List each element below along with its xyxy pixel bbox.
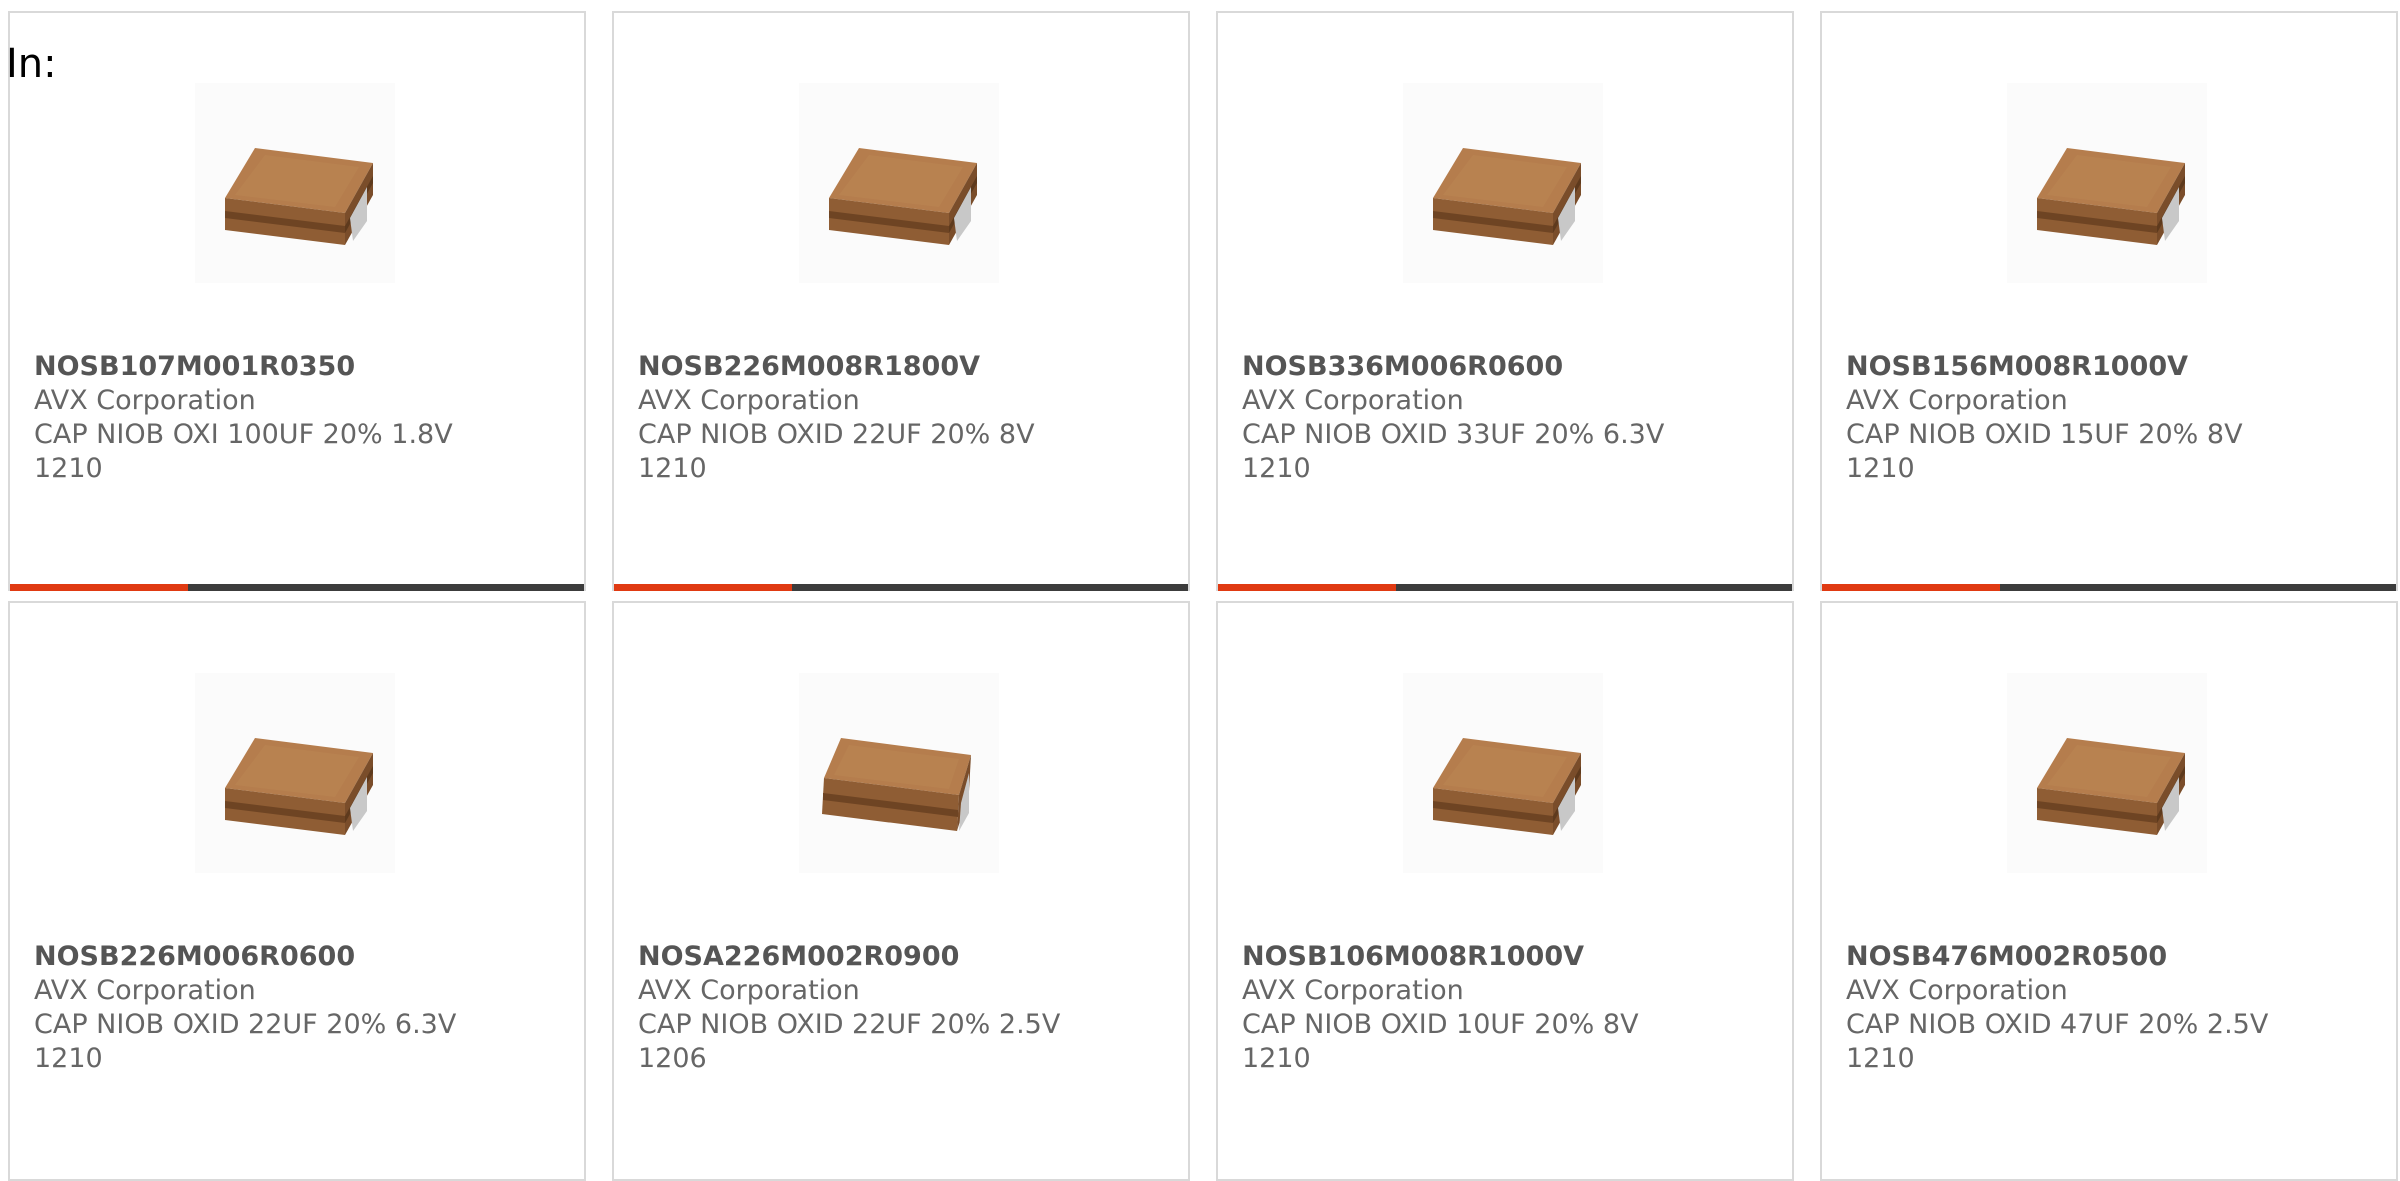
part-number[interactable]: NOSB107M001R0350 — [34, 350, 564, 384]
product-card[interactable]: NOSB226M006R0600 AVX Corporation CAP NIO… — [8, 601, 586, 1181]
description: CAP NIOB OXID 22UF 20% 6.3V — [34, 1009, 457, 1040]
package-size: 1210 — [1846, 1043, 1915, 1074]
capacitor-chip-image — [195, 673, 395, 873]
description: CAP NIOB OXID 22UF 20% 8V — [638, 419, 1035, 450]
product-card[interactable]: NOSB106M008R1000V AVX Corporation CAP NI… — [1216, 601, 1794, 1181]
product-card[interactable]: NOSB226M008R1800V AVX Corporation CAP NI… — [612, 11, 1190, 591]
progress-bar — [1822, 584, 2396, 591]
part-number[interactable]: NOSB336M006R0600 — [1242, 350, 1772, 384]
progress-bar-fill — [614, 584, 792, 591]
description: CAP NIOB OXID 47UF 20% 2.5V — [1846, 1009, 2269, 1040]
manufacturer: AVX Corporation — [1242, 385, 1464, 416]
product-card[interactable]: NOSB107M001R0350 AVX Corporation CAP NIO… — [8, 11, 586, 591]
capacitor-chip-image — [2007, 83, 2207, 283]
part-number[interactable]: NOSA226M002R0900 — [638, 940, 1168, 974]
product-card[interactable]: NOSB476M002R0500 AVX Corporation CAP NIO… — [1820, 601, 2398, 1181]
manufacturer: AVX Corporation — [34, 975, 256, 1006]
package-size: 1206 — [638, 1043, 707, 1074]
progress-bar — [1218, 584, 1792, 591]
progress-bar — [10, 584, 584, 591]
package-size: 1210 — [638, 453, 707, 484]
progress-bar-fill — [1218, 584, 1396, 591]
description: CAP NIOB OXID 15UF 20% 8V — [1846, 419, 2243, 450]
manufacturer: AVX Corporation — [1846, 975, 2068, 1006]
capacitor-chip-image — [1403, 673, 1603, 873]
description: CAP NIOB OXID 22UF 20% 2.5V — [638, 1009, 1061, 1040]
progress-bar — [614, 584, 1188, 591]
capacitor-chip-image — [1403, 83, 1603, 283]
package-size: 1210 — [1242, 1043, 1311, 1074]
package-size: 1210 — [1242, 453, 1311, 484]
description: CAP NIOB OXID 10UF 20% 8V — [1242, 1009, 1639, 1040]
description: CAP NIOB OXI 100UF 20% 1.8V — [34, 419, 453, 450]
manufacturer: AVX Corporation — [1846, 385, 2068, 416]
description: CAP NIOB OXID 33UF 20% 6.3V — [1242, 419, 1665, 450]
part-number[interactable]: NOSB226M008R1800V — [638, 350, 1168, 384]
manufacturer: AVX Corporation — [638, 975, 860, 1006]
product-grid: NOSB107M001R0350 AVX Corporation CAP NIO… — [8, 11, 2398, 1181]
product-card[interactable]: NOSB336M006R0600 AVX Corporation CAP NIO… — [1216, 11, 1794, 591]
part-number[interactable]: NOSB156M008R1000V — [1846, 350, 2376, 384]
product-card[interactable]: NOSB156M008R1000V AVX Corporation CAP NI… — [1820, 11, 2398, 591]
package-size: 1210 — [34, 453, 103, 484]
manufacturer: AVX Corporation — [1242, 975, 1464, 1006]
part-number[interactable]: NOSB476M002R0500 — [1846, 940, 2376, 974]
progress-bar-fill — [1822, 584, 2000, 591]
capacitor-chip-image — [195, 83, 395, 283]
package-size: 1210 — [1846, 453, 1915, 484]
manufacturer: AVX Corporation — [34, 385, 256, 416]
progress-bar-fill — [10, 584, 188, 591]
capacitor-chip-image — [2007, 673, 2207, 873]
capacitor-chip-image — [799, 673, 999, 873]
product-card[interactable]: NOSA226M002R0900 AVX Corporation CAP NIO… — [612, 601, 1190, 1181]
part-number[interactable]: NOSB106M008R1000V — [1242, 940, 1772, 974]
manufacturer: AVX Corporation — [638, 385, 860, 416]
part-number[interactable]: NOSB226M006R0600 — [34, 940, 564, 974]
package-size: 1210 — [34, 1043, 103, 1074]
in-label: In: — [6, 41, 57, 87]
capacitor-chip-image — [799, 83, 999, 283]
